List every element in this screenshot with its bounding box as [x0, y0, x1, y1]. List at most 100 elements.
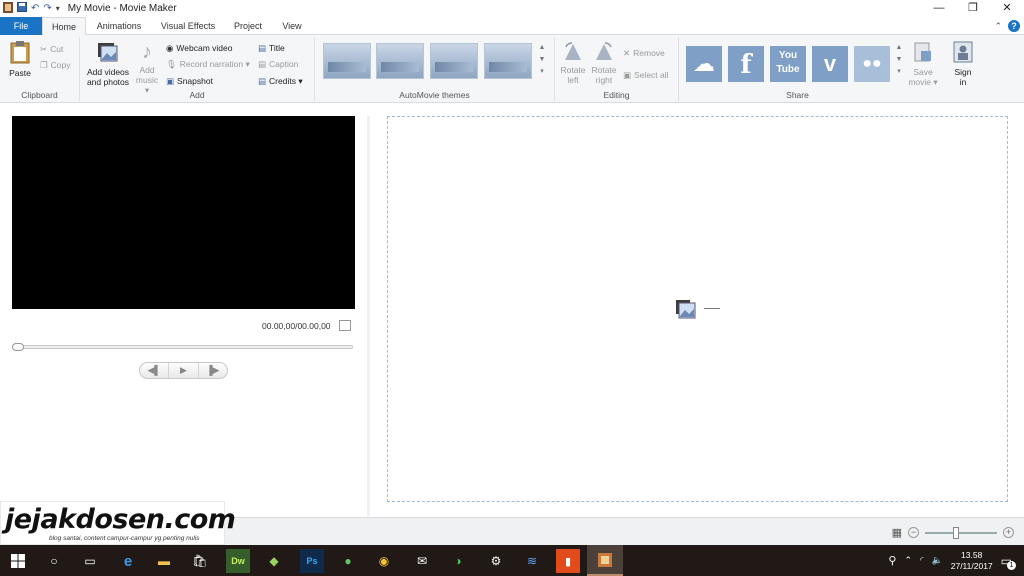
storyboard-area[interactable]: [387, 116, 1008, 502]
add-group-label: Add: [189, 90, 205, 100]
add-music-button[interactable]: ♪ Add music ▾: [133, 41, 161, 95]
undo-icon[interactable]: ↶: [31, 3, 39, 14]
rotate-left-button[interactable]: Rotate left: [557, 41, 589, 85]
scissors-icon: ✂: [40, 44, 48, 54]
edge-browser-icon[interactable]: e: [116, 549, 140, 573]
scroll-up-icon[interactable]: ▲: [538, 42, 546, 54]
previous-frame-button[interactable]: ◀▌: [140, 363, 170, 378]
credits-button[interactable]: ▤ Credits ▾: [258, 74, 303, 88]
mail-icon[interactable]: ✉: [410, 549, 434, 573]
theme-thumbnail-3[interactable]: [430, 43, 478, 79]
close-button[interactable]: ✕: [990, 0, 1024, 17]
theme-thumbnail-4[interactable]: [484, 43, 532, 79]
rotate-right-button[interactable]: Rotate right: [588, 41, 620, 85]
caption-icon: ▤: [258, 59, 267, 69]
tab-animations[interactable]: Animations: [88, 17, 150, 35]
bluestacks-icon[interactable]: ◆: [262, 549, 286, 573]
caption-button[interactable]: ▤ Caption: [258, 57, 298, 71]
title-button[interactable]: ▤ Title: [258, 41, 285, 55]
theme-thumbnail-2[interactable]: [376, 43, 424, 79]
editing-group: Rotate left Rotate right ✕ Remove ▣ Sele…: [555, 37, 679, 101]
minimize-button[interactable]: —: [922, 0, 956, 17]
chrome-icon[interactable]: ◉: [372, 549, 396, 573]
add-media-icon[interactable]: [676, 298, 696, 320]
record-narration-button[interactable]: 🎙 Record narration ▾: [166, 57, 250, 71]
flickr-button[interactable]: ●●: [854, 46, 890, 82]
play-button[interactable]: ▶: [169, 363, 199, 378]
redo-icon[interactable]: ↷: [43, 3, 51, 14]
themes-scroll[interactable]: ▲ ▼ ▾: [538, 42, 546, 78]
zoom-slider-thumb[interactable]: [953, 526, 959, 539]
save-icon[interactable]: [17, 2, 27, 15]
ie-browser-icon[interactable]: ◑: [446, 549, 470, 573]
zoom-in-icon[interactable]: +: [1003, 527, 1014, 538]
customize-qa-icon[interactable]: ▾: [56, 4, 60, 13]
share-scroll-up-icon[interactable]: ▲: [895, 42, 903, 54]
collapse-ribbon-icon[interactable]: ⌃: [994, 21, 1002, 32]
vimeo-button[interactable]: v: [812, 46, 848, 82]
share-scroll-down-icon[interactable]: ▼: [895, 54, 903, 66]
file-explorer-icon[interactable]: ▬: [152, 549, 176, 573]
expand-preview-icon[interactable]: [339, 320, 351, 331]
cut-button[interactable]: ✂ Cut: [40, 42, 63, 56]
tab-home[interactable]: Home: [42, 17, 86, 36]
app-stripes-icon[interactable]: ≋: [520, 549, 544, 573]
window-title: My Movie - Movie Maker: [67, 3, 177, 14]
onedrive-button[interactable]: ☁: [686, 46, 722, 82]
snapshot-button[interactable]: ▣ Snapshot: [166, 74, 213, 88]
tab-view[interactable]: View: [276, 17, 308, 35]
tab-file[interactable]: File: [0, 17, 42, 35]
sign-in-button[interactable]: Sign in: [947, 41, 979, 87]
scroll-down-icon[interactable]: ▼: [538, 54, 546, 66]
expand-gallery-icon[interactable]: ▾: [538, 66, 546, 78]
next-frame-button[interactable]: ▐▶: [199, 363, 227, 378]
zoom-out-icon[interactable]: −: [908, 527, 919, 538]
search-icon[interactable]: ○: [42, 549, 66, 573]
dreamweaver-icon[interactable]: Dw: [226, 549, 250, 573]
copy-button[interactable]: ❐ Copy: [40, 58, 70, 72]
task-view-icon[interactable]: ▭: [78, 549, 102, 573]
youtube-button[interactable]: You Tube: [770, 46, 806, 82]
network-icon[interactable]: ◜: [920, 555, 924, 566]
maximize-button[interactable]: ❐: [956, 0, 990, 17]
paste-button[interactable]: Paste: [6, 40, 34, 78]
zoom-controls: ▦ − +: [892, 526, 1014, 539]
timecode: 00.00,00/00.00,00: [262, 321, 331, 331]
office-icon[interactable]: ▮: [556, 549, 580, 573]
tab-visual-effects[interactable]: Visual Effects: [155, 17, 221, 35]
add-videos-photos-button[interactable]: Add videos and photos: [83, 41, 133, 87]
store-icon[interactable]: 🛍: [188, 549, 212, 573]
clock[interactable]: 13.58 27/11/2017: [951, 550, 993, 572]
remove-button[interactable]: ✕ Remove: [623, 46, 665, 60]
pane-splitter[interactable]: [367, 116, 370, 516]
windows-start-icon[interactable]: [6, 549, 30, 573]
add-music-label-1: Add: [139, 65, 155, 75]
action-center-icon[interactable]: ▭ 1: [1001, 554, 1016, 570]
credits-icon: ▤: [258, 76, 267, 86]
people-icon[interactable]: ⚲: [888, 554, 896, 567]
movie-maker-taskbar-icon[interactable]: [587, 545, 623, 576]
thumbnail-size-icon[interactable]: ▦: [892, 526, 902, 539]
share-expand-icon[interactable]: ▾: [895, 66, 903, 78]
seek-thumb[interactable]: [12, 343, 24, 351]
share-scroll[interactable]: ▲ ▼ ▾: [895, 42, 903, 78]
select-all-button[interactable]: ▣ Select all: [623, 68, 669, 82]
save-movie-button[interactable]: Save movie ▾: [907, 41, 939, 87]
webcam-video-button[interactable]: ◉ Webcam video: [166, 41, 233, 55]
film-photo-icon: [83, 41, 133, 65]
theme-thumbnail-1[interactable]: [323, 43, 371, 79]
seek-bar[interactable]: [12, 345, 353, 349]
select-all-icon: ▣: [623, 70, 632, 80]
title-label: Title: [269, 43, 285, 53]
video-preview[interactable]: [12, 116, 355, 309]
photoshop-icon[interactable]: Ps: [300, 549, 324, 573]
android-icon[interactable]: ●: [336, 549, 360, 573]
help-icon[interactable]: ?: [1008, 20, 1020, 32]
show-hidden-icons-icon[interactable]: ⌃: [904, 555, 912, 566]
rotate-left-label-1: Rotate: [560, 65, 586, 75]
tab-project[interactable]: Project: [226, 17, 270, 35]
facebook-button[interactable]: f: [728, 46, 764, 82]
volume-icon[interactable]: 🔈: [932, 555, 943, 566]
settings-gear-icon[interactable]: ⚙: [484, 549, 508, 573]
zoom-slider[interactable]: [925, 526, 997, 539]
